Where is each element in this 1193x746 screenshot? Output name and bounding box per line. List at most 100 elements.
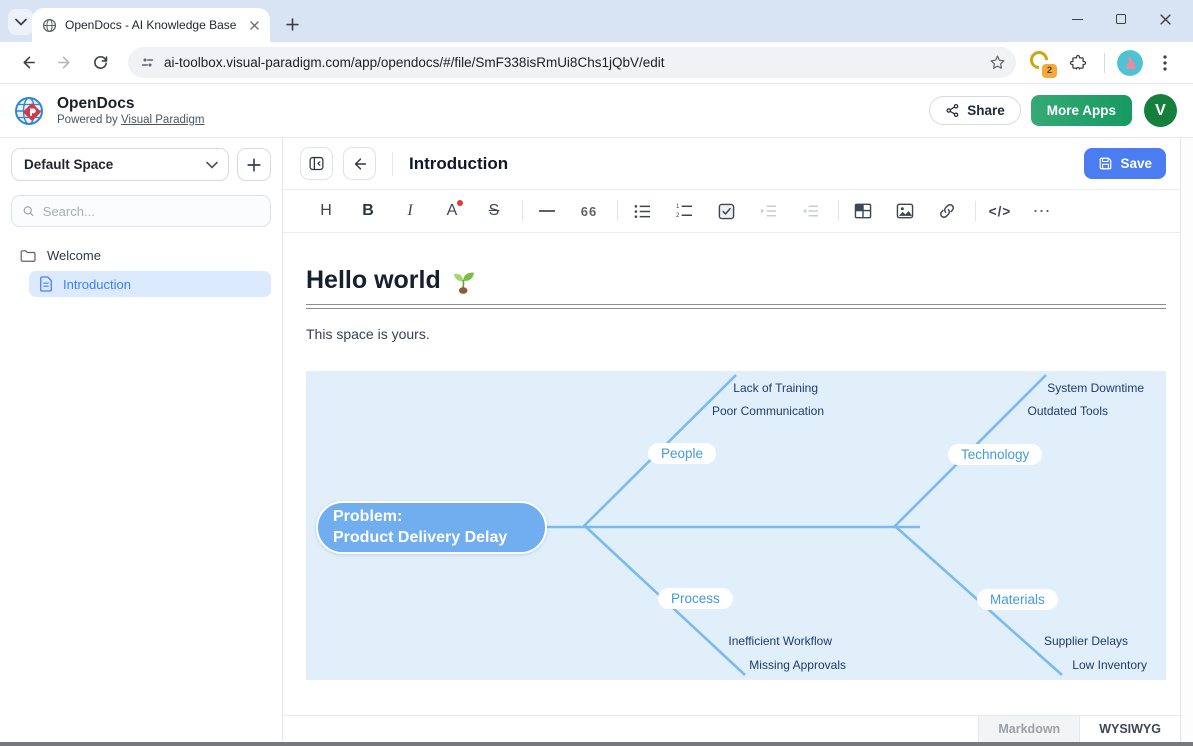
back-arrow-icon <box>20 54 37 71</box>
user-avatar[interactable]: V <box>1144 94 1177 127</box>
document-icon <box>39 276 53 292</box>
browser-menu-button[interactable] <box>1150 48 1180 78</box>
outdent-button[interactable] <box>794 196 826 226</box>
fishbone-diagram[interactable]: Problem: Product Delivery Delay People T… <box>306 371 1166 680</box>
divider <box>1104 53 1105 73</box>
back-button[interactable] <box>13 48 43 78</box>
minimize-icon <box>1072 19 1083 20</box>
coin-badge: 2 <box>1042 64 1057 78</box>
tab-close-icon[interactable] <box>246 17 262 33</box>
sidebar-item-welcome[interactable]: Welcome <box>11 243 271 268</box>
bullet-list-icon <box>634 204 651 219</box>
insert-link-button[interactable] <box>931 196 963 226</box>
more-tools-button[interactable]: ⋯ <box>1026 196 1058 226</box>
editor-status-bar: Markdown WYSIWYG <box>283 715 1180 742</box>
divider <box>617 201 618 221</box>
heading-underline <box>306 304 1166 309</box>
bookmark-star-icon[interactable] <box>989 54 1006 71</box>
category-people[interactable]: People <box>648 443 716 464</box>
problem-node[interactable]: Problem: Product Delivery Delay <box>316 501 547 554</box>
puzzle-icon <box>1069 54 1087 72</box>
add-space-button[interactable] <box>237 148 271 181</box>
divider <box>975 201 976 221</box>
visual-paradigm-link[interactable]: Visual Paradigm <box>121 114 205 126</box>
toggle-sidebar-button[interactable] <box>300 147 333 180</box>
horizontal-rule-button[interactable] <box>531 196 563 226</box>
sidebar-item-introduction[interactable]: Introduction <box>29 271 271 297</box>
extensions-button[interactable] <box>1063 48 1093 78</box>
maximize-icon <box>1116 14 1126 24</box>
document-heading: Hello world <box>306 266 1166 295</box>
powered-by-prefix: Powered by <box>57 114 121 126</box>
forward-arrow-icon <box>56 54 73 71</box>
code-block-button[interactable]: </> <box>984 196 1016 226</box>
url-bar[interactable]: ai-toolbox.visual-paradigm.com/app/opend… <box>128 47 1016 78</box>
task-list-button[interactable] <box>710 196 742 226</box>
category-technology[interactable]: Technology <box>948 444 1042 465</box>
scrollbar[interactable] <box>1180 138 1193 742</box>
reload-button[interactable] <box>85 48 115 78</box>
site-settings-icon <box>140 55 155 70</box>
divider <box>838 201 839 221</box>
heading-button[interactable]: H <box>310 196 342 226</box>
share-button[interactable]: Share <box>929 96 1021 125</box>
numbered-list-button[interactable]: 1 2 <box>668 196 700 226</box>
seedling-emoji-icon <box>451 268 475 294</box>
document-paragraph: This space is yours. <box>306 326 1166 342</box>
new-tab-button[interactable] <box>278 10 306 38</box>
tab-wysiwyg[interactable]: WYSIWYG <box>1079 716 1180 742</box>
rewards-coin-button[interactable]: 2 <box>1030 51 1054 75</box>
checkbox-icon <box>718 203 735 220</box>
category-materials[interactable]: Materials <box>977 589 1058 610</box>
forward-button[interactable] <box>49 48 79 78</box>
table-icon <box>854 203 872 219</box>
save-button[interactable]: Save <box>1084 148 1166 179</box>
category-process[interactable]: Process <box>658 588 733 609</box>
link-icon <box>938 202 956 220</box>
back-navigation-button[interactable] <box>343 147 376 180</box>
space-selector[interactable]: Default Space <box>11 148 229 181</box>
search-box[interactable] <box>11 195 271 227</box>
profile-avatar-icon <box>1117 50 1143 76</box>
indent-icon <box>760 204 777 218</box>
browser-tab[interactable]: OpenDocs - AI Knowledge Base <box>32 8 270 42</box>
tab-search-button[interactable] <box>8 9 34 35</box>
italic-button[interactable]: I <box>394 196 426 226</box>
save-floppy-icon <box>1098 156 1113 171</box>
more-apps-button[interactable]: More Apps <box>1031 95 1132 126</box>
share-icon <box>945 103 960 118</box>
folder-icon <box>20 249 36 263</box>
horizontal-rule-icon <box>539 210 555 212</box>
blockquote-button[interactable]: 66 <box>573 196 605 226</box>
insert-image-button[interactable] <box>889 196 921 226</box>
window-controls <box>1055 4 1187 34</box>
close-button[interactable] <box>1143 4 1187 34</box>
app-brand: OpenDocs Powered by Visual Paradigm <box>12 93 204 129</box>
font-color-glyph: A <box>447 202 458 220</box>
document-editor[interactable]: Hello world This space is yours. <box>283 233 1180 715</box>
insert-table-button[interactable] <box>847 196 879 226</box>
strikethrough-button[interactable]: S <box>478 196 510 226</box>
cause-poor-communication: Poor Communication <box>712 404 824 418</box>
maximize-button[interactable] <box>1099 4 1143 34</box>
font-color-button[interactable]: A <box>436 196 468 226</box>
bold-button[interactable]: B <box>352 196 384 226</box>
save-label: Save <box>1120 156 1152 171</box>
editor-toolbar: H B I A S 66 1 <box>283 190 1180 233</box>
browser-profile-avatar[interactable] <box>1117 50 1143 76</box>
problem-line1: Problem: <box>333 507 545 528</box>
svg-text:2: 2 <box>676 212 680 219</box>
browser-navbar: ai-toolbox.visual-paradigm.com/app/opend… <box>0 42 1193 84</box>
plus-icon <box>286 18 299 31</box>
search-icon <box>22 204 35 218</box>
search-input[interactable] <box>43 204 260 219</box>
bullet-list-button[interactable] <box>626 196 658 226</box>
tab-strip: OpenDocs - AI Knowledge Base <box>0 0 1193 42</box>
cause-outdated-tools: Outdated Tools <box>1027 404 1108 418</box>
plus-icon <box>247 158 261 172</box>
url-text: ai-toolbox.visual-paradigm.com/app/opend… <box>164 55 989 70</box>
indent-button[interactable] <box>752 196 784 226</box>
cause-low-inventory: Low Inventory <box>1072 658 1147 672</box>
tab-markdown[interactable]: Markdown <box>978 716 1079 742</box>
minimize-button[interactable] <box>1055 4 1099 34</box>
